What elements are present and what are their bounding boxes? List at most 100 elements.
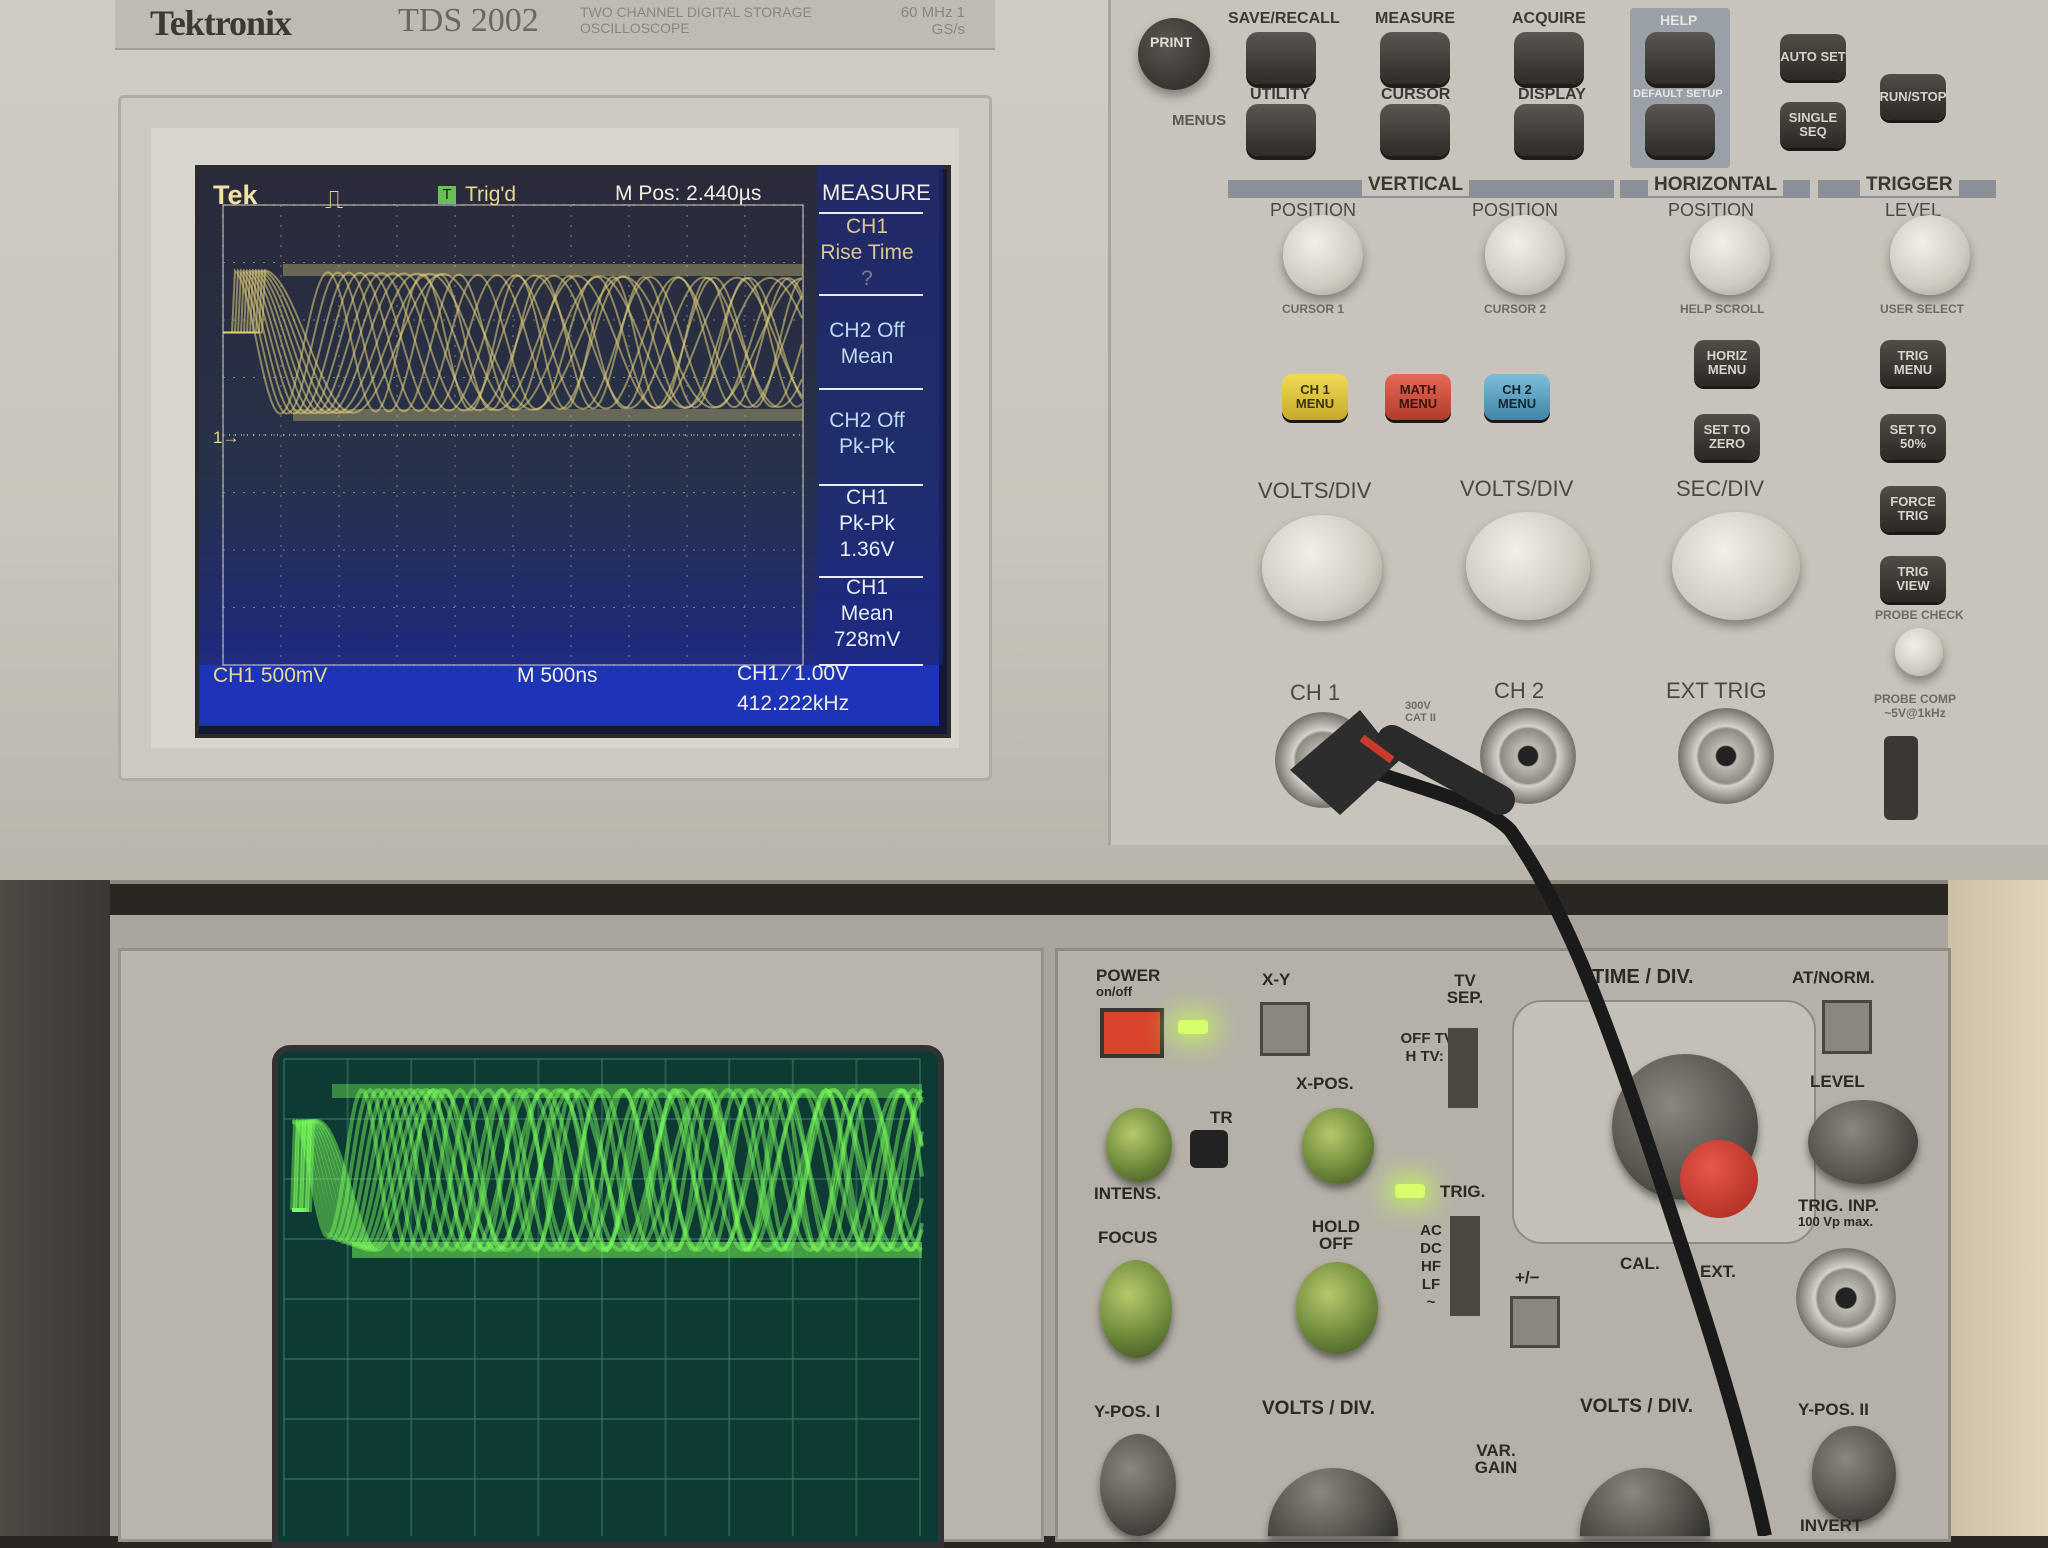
utility-label: UTILITY	[1250, 86, 1311, 103]
trigger-slope-button[interactable]	[1510, 1296, 1560, 1348]
ch2-bnc-connector[interactable]	[1480, 708, 1576, 804]
sec-div-label: SEC/DIV	[1676, 476, 1765, 501]
plus-minus-label: +/−	[1515, 1268, 1540, 1287]
tr-label: TR	[1210, 1108, 1233, 1127]
focus-knob[interactable]	[1100, 1260, 1172, 1358]
trig-label: TRIG.	[1440, 1182, 1486, 1201]
cursor-button[interactable]	[1380, 104, 1450, 156]
y-pos-2-knob[interactable]	[1812, 1426, 1896, 1522]
probe-check-button[interactable]	[1895, 628, 1943, 676]
measure-button[interactable]	[1380, 32, 1450, 84]
tv-sep-label: TV SEP.	[1446, 971, 1484, 1007]
y-pos-2-label: Y-POS. II	[1798, 1400, 1869, 1419]
force-trig-button[interactable]: FORCE TRIG	[1880, 486, 1946, 532]
trig-status: Trig'd	[465, 183, 517, 206]
bandwidth-label: 60 MHz 1 GS/s	[900, 4, 965, 38]
trig-menu-button[interactable]: TRIG MENU	[1880, 340, 1946, 386]
display-label: DISPLAY	[1518, 86, 1586, 103]
measure-slot-4-value: 1.36V	[839, 538, 895, 561]
trigger-level-knob[interactable]	[1890, 215, 1970, 295]
cursor-label: CURSOR	[1381, 86, 1451, 103]
display-button[interactable]	[1514, 104, 1584, 156]
ch2-position-knob[interactable]	[1485, 215, 1565, 295]
measure-slot-2[interactable]: CH2 Off Mean	[812, 318, 922, 370]
ch1-bnc-connector[interactable]	[1275, 712, 1371, 808]
cursor2-label: CURSOR 2	[1484, 302, 1547, 316]
ch1-volts-div-knob[interactable]	[1262, 515, 1382, 621]
hold-off-knob[interactable]	[1296, 1262, 1378, 1354]
ch1-volts-div-label: VOLTS/DIV	[1258, 478, 1372, 503]
print-button[interactable]	[1138, 18, 1210, 90]
x-pos-knob[interactable]	[1302, 1108, 1374, 1184]
ch1-ground-marker: 1→	[213, 428, 240, 447]
ch1-position-knob[interactable]	[1283, 215, 1363, 295]
run-stop-button[interactable]: RUN/STOP	[1880, 74, 1946, 120]
ch1-volts-readout: CH1 500mV	[213, 664, 328, 687]
crt-display	[283, 1058, 924, 1536]
invert-label: INVERT	[1800, 1516, 1863, 1535]
measure-slot-5[interactable]: CH1 Mean 728mV	[812, 575, 922, 653]
crt-trace-bottom-band	[352, 1242, 922, 1258]
measure-slot-1[interactable]: CH1 Rise Time ?	[812, 214, 922, 292]
ch2-volts-div-knob[interactable]	[1466, 512, 1590, 620]
trig-coupling-switch[interactable]	[1450, 1216, 1480, 1316]
save-recall-button[interactable]	[1246, 32, 1316, 84]
cal-label: CAL.	[1620, 1254, 1660, 1273]
measure-slot-3-source: CH2 Off	[829, 409, 905, 432]
y-pos-1-knob[interactable]	[1100, 1434, 1176, 1536]
ext-trig-bnc-connector[interactable]	[1678, 708, 1774, 804]
intens-label: INTENS.	[1094, 1184, 1162, 1203]
intensity-knob[interactable]	[1106, 1108, 1172, 1182]
horiz-menu-button[interactable]: HORIZ MENU	[1694, 340, 1760, 386]
default-setup-label: DEFAULT SETUP	[1633, 88, 1723, 100]
trig-inp-bnc-connector[interactable]	[1796, 1248, 1896, 1348]
measure-slot-4[interactable]: CH1 Pk-Pk 1.36V	[812, 485, 922, 563]
y-pos-1-label: Y-POS. I	[1094, 1402, 1161, 1421]
set-to-50-button[interactable]: SET TO 50%	[1880, 414, 1946, 460]
menu-title: MEASURE	[822, 180, 931, 205]
tv-sep-switch[interactable]	[1448, 1028, 1478, 1108]
autoset-button[interactable]: AUTO SET	[1780, 34, 1846, 80]
at-norm-button[interactable]	[1822, 1000, 1872, 1054]
level-knob[interactable]	[1808, 1100, 1918, 1184]
x-y-button[interactable]	[1260, 1002, 1310, 1056]
acquire-label: ACQUIRE	[1512, 10, 1586, 27]
ch2-menu-button[interactable]: CH 2 MENU	[1484, 374, 1550, 420]
horizontal-position-knob[interactable]	[1690, 215, 1770, 295]
x-y-label: X-Y	[1262, 970, 1291, 989]
measure-slot-1-type: Rise Time	[820, 241, 914, 264]
crt-trace-top-band	[332, 1084, 922, 1098]
power-label: POWER	[1096, 966, 1161, 985]
volts-div-2-label: VOLTS / DIV.	[1580, 1396, 1693, 1417]
measure-slot-4-source: CH1	[845, 486, 888, 509]
trace-rotation-control[interactable]	[1190, 1130, 1228, 1168]
cursor1-label: CURSOR 1	[1282, 302, 1345, 316]
measure-slot-5-source: CH1	[845, 576, 888, 599]
ch2-volts-div-label: VOLTS/DIV	[1460, 476, 1574, 501]
default-setup-button[interactable]	[1645, 104, 1715, 156]
set-to-zero-button[interactable]: SET TO ZERO	[1694, 414, 1760, 460]
ground-terminal[interactable]	[1884, 736, 1918, 820]
sec-div-knob[interactable]	[1672, 512, 1800, 620]
ch1-input-label: CH 1	[1290, 680, 1341, 705]
help-label: HELP	[1660, 12, 1698, 28]
time-div-cal-knob[interactable]	[1680, 1140, 1758, 1218]
utility-button[interactable]	[1246, 104, 1316, 156]
measure-slot-2-source: CH2 Off	[829, 319, 905, 342]
ext-trig-input-label: EXT TRIG	[1666, 678, 1767, 703]
tek-logo: Tek	[213, 180, 258, 210]
background-left	[0, 880, 110, 1536]
focus-label: FOCUS	[1098, 1228, 1158, 1247]
ch1-menu-button[interactable]: CH 1 MENU	[1282, 374, 1348, 420]
trig-view-button[interactable]: TRIG VIEW	[1880, 556, 1946, 602]
math-menu-button[interactable]: MATH MENU	[1385, 374, 1451, 420]
power-switch[interactable]	[1100, 1008, 1164, 1058]
on-off-label: on/off	[1096, 984, 1133, 999]
probe-check-label: PROBE CHECK	[1875, 608, 1964, 622]
acquire-button[interactable]	[1514, 32, 1584, 84]
background-right	[1948, 880, 2048, 1536]
help-button[interactable]	[1645, 32, 1715, 84]
measure-slot-3[interactable]: CH2 Off Pk-Pk	[812, 408, 922, 460]
single-seq-button[interactable]: SINGLE SEQ	[1780, 102, 1846, 148]
ch2-input-label: CH 2	[1494, 678, 1545, 703]
